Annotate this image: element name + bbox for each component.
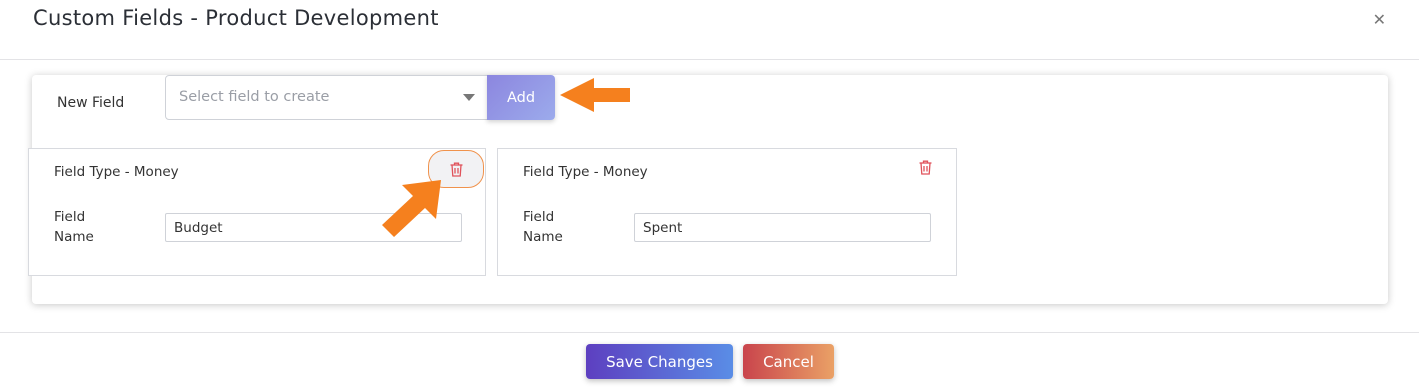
modal-title: Custom Fields - Product Development xyxy=(33,6,439,30)
delete-field-button[interactable] xyxy=(911,153,939,181)
field-card-spent: Field Type - Money Field Name xyxy=(497,148,957,276)
fields-panel: New Field Select field to create Add Fie… xyxy=(28,75,1388,304)
custom-fields-modal: Custom Fields - Product Development ✕ Ne… xyxy=(0,0,1419,389)
new-field-label: New Field xyxy=(57,95,125,111)
modal-header: Custom Fields - Product Development ✕ xyxy=(0,0,1419,60)
trash-icon xyxy=(919,160,931,175)
chevron-down-icon xyxy=(463,94,475,101)
field-name-label: Field Name xyxy=(54,209,94,245)
field-name-input[interactable] xyxy=(634,213,931,242)
close-icon[interactable]: ✕ xyxy=(1373,10,1386,29)
field-type-label: Field Type - Money xyxy=(523,164,648,180)
trash-icon xyxy=(450,162,462,177)
save-changes-button[interactable]: Save Changes xyxy=(586,344,733,379)
cancel-button[interactable]: Cancel xyxy=(743,344,834,379)
field-type-select[interactable]: Select field to create xyxy=(165,75,488,120)
arrow-icon xyxy=(560,78,630,112)
field-type-label: Field Type - Money xyxy=(54,164,179,180)
select-placeholder: Select field to create xyxy=(179,89,330,105)
arrow-icon xyxy=(382,180,441,237)
add-field-button[interactable]: Add xyxy=(487,75,555,120)
footer-divider xyxy=(0,332,1419,333)
field-name-label: Field Name xyxy=(523,209,563,245)
